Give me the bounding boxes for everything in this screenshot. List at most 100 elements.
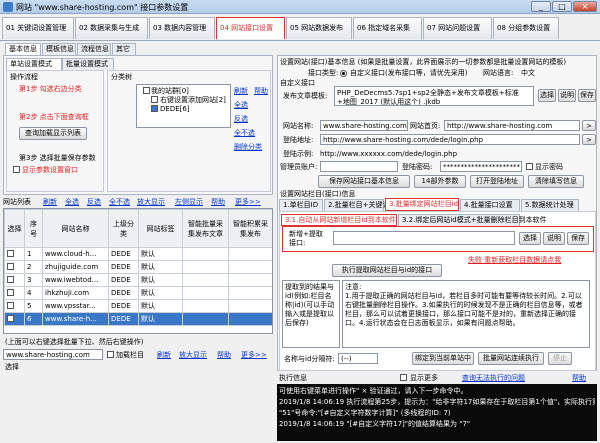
bind-single-button[interactable]: 绑定到当前单站中 <box>412 352 474 365</box>
cat-select-none-link[interactable]: 全不选 <box>234 129 255 138</box>
maximize-button[interactable]: □ <box>552 1 572 12</box>
col-category[interactable]: 上级分类 <box>108 209 139 248</box>
tab-group-params[interactable]: 08 分组参数设置 <box>493 17 559 39</box>
tree-child1[interactable]: 右键设置添加网站[2] <box>160 96 226 105</box>
show-pwd-checkbox[interactable] <box>526 163 533 170</box>
table-row[interactable]: 4 ihkzhuji.com DEDE 默认 <box>4 286 272 300</box>
add-category-checkbox[interactable] <box>107 351 114 358</box>
row-checkbox[interactable] <box>7 301 14 309</box>
cat-explain-button[interactable]: 说明 <box>543 232 565 245</box>
homepage-field[interactable]: http://www.share-hosting.com <box>444 120 580 131</box>
cattab-batch-keyword[interactable]: 2.批量栏目+关键词 <box>324 199 390 211</box>
table-row[interactable]: 1 www.cloud-h... DEDE 默认 <box>4 247 272 261</box>
row-checkbox-checked[interactable] <box>7 314 14 322</box>
open-login-button[interactable]: 打开登陆地址 <box>470 175 524 188</box>
site-enlarge-link[interactable]: 放大显示 <box>137 198 165 207</box>
exec-extract-button[interactable]: 执行提取网站栏目与id的接口 <box>332 264 442 277</box>
stop-button[interactable]: 停止 <box>548 352 572 365</box>
tab-content-manage[interactable]: 03 数据内容管理 <box>149 17 215 39</box>
log-show-checkbox[interactable] <box>400 374 407 381</box>
clear-info-button[interactable]: 清除填写信息 <box>528 175 584 188</box>
col-tag[interactable]: 网站标签 <box>138 209 183 248</box>
new-cat-field[interactable] <box>333 231 515 245</box>
site-addr-field[interactable]: www.share-hosting.com <box>320 120 408 131</box>
tab-keyword-settings[interactable]: 01 关键词设置管理 <box>2 17 74 39</box>
site-left-show-link[interactable]: 左侧显示 <box>175 198 203 207</box>
cat-subtab-bind[interactable]: 3.2.绑定后网站id模式+批量删除栏目到本软件 <box>398 214 547 226</box>
foot-enlarge-link[interactable]: 放大显示 <box>179 351 207 360</box>
tab-site-questions[interactable]: 07 网站问题设置 <box>423 17 492 39</box>
site-invert-link[interactable]: 反选 <box>87 198 101 207</box>
table-row[interactable]: 2 zhujiguide.com DEDE 默认 <box>4 260 272 274</box>
cattab-batch-bind[interactable]: 3.批量绑定网站栏目id <box>385 198 459 211</box>
site-select-all-link[interactable]: 全选 <box>65 198 79 207</box>
homepage-open-button[interactable]: > <box>582 120 596 131</box>
tpl-select-button[interactable]: 选择 <box>538 89 556 102</box>
foot-more-link[interactable]: 更多>> <box>241 351 267 360</box>
cat-refresh-link[interactable]: 刷新 <box>234 87 248 96</box>
minimize-button[interactable]: _ <box>531 1 551 12</box>
cattab-single-id[interactable]: 1.单栏目ID <box>279 199 323 211</box>
current-site-field[interactable]: www.share-hosting.com <box>3 349 103 360</box>
fail-retry-link[interactable]: 失败·重新获取栏目数据请点我 <box>468 256 561 265</box>
tab-site-interface[interactable]: 04 网站接口设置 <box>216 17 285 39</box>
cat-invert-link[interactable]: 反选 <box>234 115 248 124</box>
foot-refresh-link[interactable]: 刷新 <box>157 351 171 360</box>
subtab-flow[interactable]: 流程信息 <box>77 43 111 55</box>
iface-custom-radio[interactable] <box>340 70 347 77</box>
log-query-link[interactable]: 查询无法执行的问题 <box>462 374 525 383</box>
site-more-link[interactable]: 更多>> <box>235 198 261 207</box>
subtab-other[interactable]: 其它 <box>112 43 136 55</box>
tpl-explain-button[interactable]: 说明 <box>558 89 576 102</box>
col-accum-collect[interactable]: 智能积累采集发布 <box>228 209 272 248</box>
col-name[interactable]: 网站名称 <box>42 209 109 248</box>
cat-help-link[interactable]: 帮助 <box>254 87 268 96</box>
admin-field[interactable] <box>320 161 398 172</box>
site-refresh-link[interactable]: 刷新 <box>43 198 57 207</box>
table-row-selected[interactable]: 6 www.share-h... DEDE 默认 <box>4 312 272 326</box>
cat-delete-link[interactable]: 删除分类 <box>234 143 262 152</box>
site-select-none-link[interactable]: 全不选 <box>109 198 130 207</box>
cattab-batch-iface[interactable]: 4.批量接口设置 <box>460 199 520 211</box>
table-row[interactable]: 3 www.iwebtod... DEDE 默认 <box>4 273 272 287</box>
subtab-template[interactable]: 模板信息 <box>42 43 76 55</box>
cat-select-all-link[interactable]: 全选 <box>234 101 248 110</box>
subtab-basic[interactable]: 基本信息 <box>5 43 41 55</box>
bind-separator-field[interactable]: (--) <box>338 353 378 364</box>
log-help-link[interactable]: 帮助 <box>572 374 586 383</box>
tab-site-publish[interactable]: 05 网站数据发布 <box>286 17 352 39</box>
show-params-checkbox[interactable] <box>13 166 20 173</box>
tree-root-checkbox[interactable] <box>143 87 150 94</box>
tab-data-collect[interactable]: 02 数据采集与生成 <box>75 17 148 39</box>
row-checkbox[interactable] <box>7 288 14 296</box>
site-help-link[interactable]: 帮助 <box>211 198 225 207</box>
col-batch-collect[interactable]: 智能批量采集发布文章 <box>182 209 229 248</box>
foot-help-link[interactable]: 帮助 <box>217 351 231 360</box>
tpl-save-button[interactable]: 保存 <box>578 89 596 102</box>
params-14-button[interactable]: 14部外参数 <box>414 175 466 188</box>
category-tree[interactable]: 我的站群[0] 右键设置添加网站[2] DEDE[6] <box>136 84 231 128</box>
tab-domain-collect[interactable]: 06 指定域名采集 <box>353 17 422 39</box>
col-no[interactable]: 序号 <box>24 209 43 248</box>
row-checkbox[interactable] <box>7 275 14 283</box>
cat-save-button[interactable]: 保存 <box>567 232 589 245</box>
close-button[interactable]: × <box>573 1 597 12</box>
publish-tpl-field[interactable]: PHP_DeDecms5.7sp1+sp2全静态+发布文章模板+标准+地图_20… <box>334 86 534 106</box>
table-row[interactable]: 5 www.vpsstar... DEDE 默认 <box>4 299 272 313</box>
pwd-field[interactable]: ********************** <box>440 161 522 172</box>
tree-root[interactable]: 我的站群[0] <box>151 87 189 96</box>
tree-child1-checkbox[interactable] <box>151 96 158 103</box>
mode-single-tab[interactable]: 单站设置模式 <box>6 58 62 70</box>
login-open-button[interactable]: > <box>582 134 596 145</box>
col-select[interactable]: 选择 <box>4 209 25 248</box>
cattab-data-stats[interactable]: 5.数据统计处理 <box>521 199 579 211</box>
extract-result-box[interactable]: 提取到的结果与id(例如:栏目名称|id)(可以手动输入或是提取以后保存) <box>282 280 340 348</box>
cat-select-button[interactable]: 选择 <box>519 232 541 245</box>
tree-child2[interactable]: DEDE[6] <box>160 105 190 114</box>
save-basic-button[interactable]: 保存网站接口基本信息 <box>318 175 410 188</box>
mode-batch-tab[interactable]: 批量设置模式 <box>62 58 114 70</box>
query-load-button[interactable]: 查询加载显示列表 <box>19 127 87 140</box>
batch-bind-button[interactable]: 批量网站连续执行 <box>478 352 544 365</box>
tree-child2-checkbox[interactable] <box>151 105 158 112</box>
row-checkbox[interactable] <box>7 262 14 270</box>
